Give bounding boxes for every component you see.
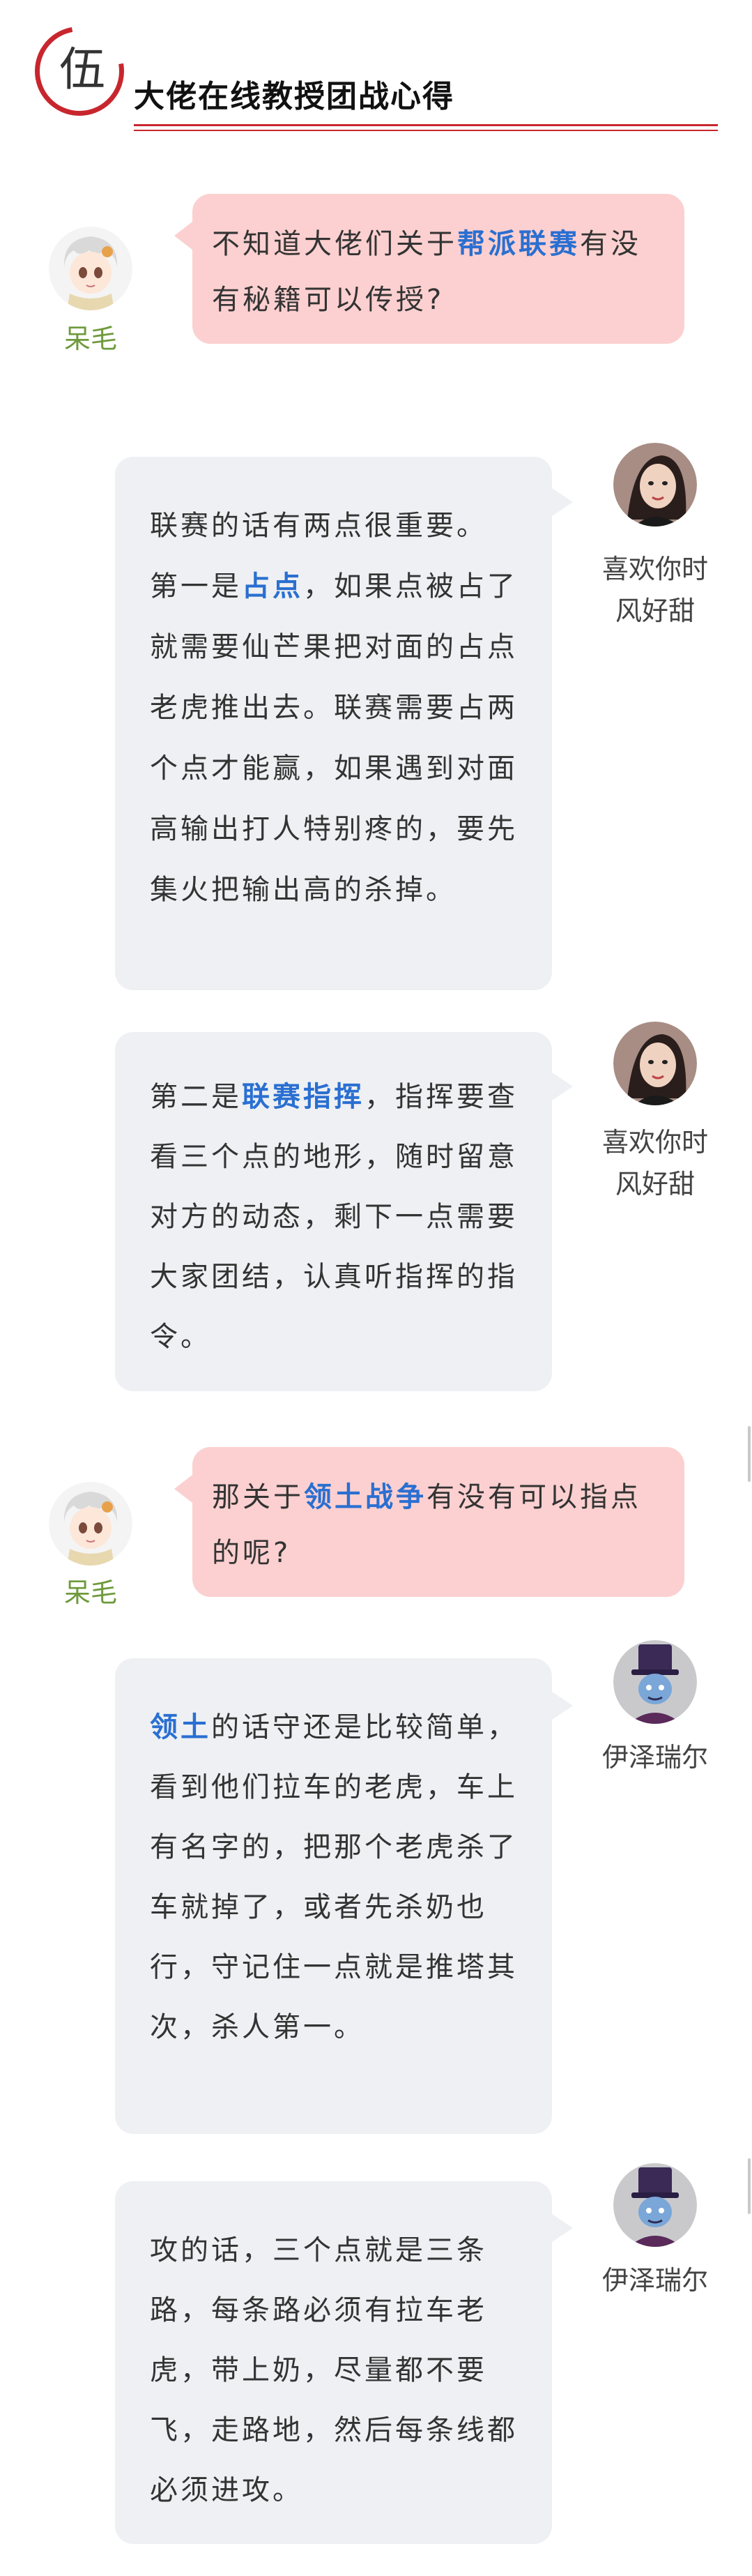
user-name-line2: 风好甜 [615, 596, 695, 626]
highlight-keyword: 占点 [242, 570, 303, 603]
message-bubble: 领土的话守还是比较简单，看到他们拉车的老虎，车上有名字的，把那个老虎杀了车就掉了… [115, 1658, 552, 2134]
highlight-keyword: 领土 [150, 1711, 211, 1743]
user-name-ezreal: 伊泽瑞尔 [601, 1742, 708, 1773]
message-bubble: 第二是联赛指挥，指挥要查看三个点的地形，随时留意对方的动态，剩下一点需要大家团结… [115, 1032, 552, 1391]
top-hat-character-avatar-icon[interactable] [613, 2163, 697, 2247]
message-text: 那关于领土战争有没有可以指点的呢? [212, 1481, 641, 1569]
top-hat-character-avatar-icon[interactable] [613, 1640, 697, 1724]
message-bubble: 攻的话，三个点就是三条路，每条路必须有拉车老虎，带上奶，尽量都不要飞，走路地，然… [115, 2181, 552, 2544]
user-name-asker: 呆毛 [63, 1577, 117, 1608]
title-underline [134, 124, 718, 126]
girl-photo-avatar-icon[interactable] [613, 1022, 697, 1105]
chibi-white-hair-avatar-icon[interactable] [49, 227, 132, 310]
message-bubble: 不知道大佬们关于帮派联赛有没有秘籍可以传授? [192, 194, 684, 344]
user-name-asker: 呆毛 [63, 324, 117, 354]
bubble-tail [552, 2214, 573, 2242]
highlight-keyword: 领土战争 [304, 1481, 427, 1513]
user-name-line2: 风好甜 [615, 1169, 695, 1199]
user-name-line1: 喜欢你时 [601, 1127, 708, 1158]
section-title: 大佬在线教授团战心得 [134, 79, 454, 114]
bubble-tail [174, 1475, 192, 1503]
highlight-keyword: 联赛指挥 [242, 1081, 365, 1113]
section-number: 伍 [59, 43, 105, 96]
title-underline-thin [134, 130, 718, 131]
message-text: 不知道大佬们关于帮派联赛有没有秘籍可以传授? [212, 228, 641, 316]
scrollbar-thumb-2[interactable] [748, 2158, 751, 2214]
bubble-tail [552, 1692, 573, 1720]
user-name-line1: 喜欢你时 [601, 554, 708, 584]
bubble-tail [552, 488, 573, 516]
scrollbar-thumb[interactable] [748, 1426, 751, 1482]
bubble-tail [552, 1073, 573, 1100]
girl-photo-avatar-icon[interactable] [613, 443, 697, 526]
user-name-girl: 喜欢你时 风好甜 [589, 551, 721, 629]
message-text: 联赛的话有两点很重要。 第一是占点，如果点被占了就需要仙芒果把对面的占点老虎推出去… [150, 510, 518, 906]
highlight-keyword: 帮派联赛 [457, 228, 580, 260]
message-text: 领土的话守还是比较简单，看到他们拉车的老虎，车上有名字的，把那个老虎杀了车就掉了… [150, 1711, 518, 2043]
message-text: 攻的话，三个点就是三条路，每条路必须有拉车老虎，带上奶，尽量都不要飞，走路地，然… [150, 2234, 518, 2506]
user-name-girl: 喜欢你时 风好甜 [589, 1124, 721, 1202]
message-text: 第二是联赛指挥，指挥要查看三个点的地形，随时留意对方的动态，剩下一点需要大家团结… [150, 1081, 518, 1353]
message-bubble: 联赛的话有两点很重要。 第一是占点，如果点被占了就需要仙芒果把对面的占点老虎推出去… [115, 457, 552, 990]
section-header: 伍 大佬在线教授团战心得 [0, 0, 752, 139]
chibi-white-hair-avatar-icon[interactable] [49, 1482, 132, 1566]
bubble-tail [174, 222, 192, 250]
user-name-ezreal: 伊泽瑞尔 [601, 2265, 708, 2296]
message-bubble: 那关于领土战争有没有可以指点的呢? [192, 1447, 684, 1597]
